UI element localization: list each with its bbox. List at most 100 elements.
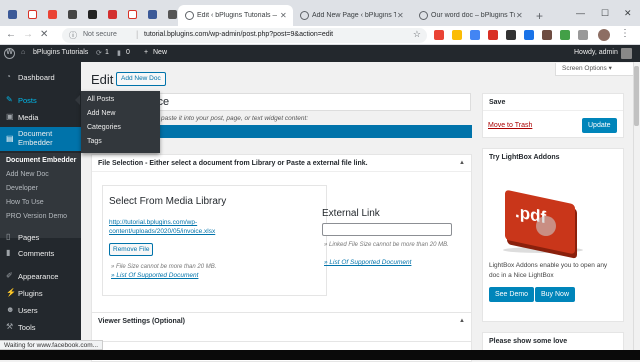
tab[interactable]: Our word doc – bPlugins Tutorials ✕ [412, 5, 530, 26]
scrollbar-thumb[interactable] [634, 66, 639, 126]
sidebar-item-document-embedder[interactable]: ▤ Document Embedder [0, 127, 81, 151]
maximize-icon[interactable]: ☐ [601, 8, 609, 19]
submenu-item[interactable]: Add New Doc [6, 171, 49, 178]
move-to-trash-link[interactable]: Move to Trash [488, 122, 532, 129]
remove-file-button[interactable]: Remove File [109, 243, 154, 256]
extension-icon[interactable] [434, 30, 444, 40]
supported-docs-link[interactable]: » List Of Supported Document [111, 271, 198, 280]
submenu-item[interactable]: Developer [6, 185, 38, 192]
comments-icon: ▮ [6, 248, 11, 257]
external-supported-link[interactable]: » List Of Supported Document [324, 258, 411, 267]
pinned-tab[interactable] [124, 9, 142, 21]
sidebar-item-comments[interactable]: ▮ Comments [0, 243, 81, 263]
dashboard-icon: ◔ [6, 72, 11, 81]
close-icon[interactable]: ✕ [397, 11, 404, 20]
metabox-header[interactable]: Please show some love [483, 333, 623, 350]
close-icon[interactable]: ✕ [280, 11, 287, 20]
new-content-link[interactable]: New [153, 49, 167, 56]
new-tab-button[interactable]: + [536, 9, 543, 23]
window-close-icon[interactable]: ✕ [624, 8, 632, 19]
sidebar-item-tools[interactable]: ⚒ Tools [0, 317, 81, 337]
extension-icon[interactable] [506, 30, 516, 40]
submenu-item[interactable]: Document Embedder [6, 157, 76, 164]
bottom-edge [0, 350, 640, 360]
sidebar-item-label: Tools [18, 323, 36, 332]
extension-icon[interactable] [452, 30, 462, 40]
updates-count[interactable]: 1 [105, 49, 109, 56]
pinned-tab[interactable] [44, 9, 62, 21]
pinned-tab[interactable] [84, 9, 102, 21]
metabox-header[interactable]: Save [483, 94, 623, 111]
pinned-tab[interactable] [144, 9, 162, 21]
collapse-icon[interactable]: ▲ [459, 160, 465, 166]
document-embedder-submenu: Document Embedder Add New Doc Developer … [0, 153, 81, 238]
tab[interactable]: Add New Page ‹ bPlugins Tutorials ✕ [293, 5, 411, 26]
tab-active[interactable]: Edit ‹ bPlugins Tutorials — WordPress ✕ [178, 5, 293, 26]
collapse-icon[interactable]: ▲ [459, 318, 465, 324]
wordpress-logo-icon[interactable]: W [4, 48, 15, 59]
info-icon[interactable]: ⓘ [69, 30, 77, 41]
sidebar-item-label: Appearance [18, 272, 59, 281]
stop-icon[interactable]: ✕ [40, 29, 48, 40]
update-button[interactable]: Update [582, 118, 617, 133]
wordpress-icon [419, 11, 428, 20]
submenu-item[interactable]: PRO Version Demo [6, 213, 67, 220]
profile-avatar[interactable] [598, 29, 610, 41]
save-metabox: Save Move to Trash Update [482, 93, 624, 138]
screen-options-button[interactable]: Screen Options ▾ [555, 63, 635, 76]
extension-icon[interactable] [542, 30, 552, 40]
avatar[interactable] [621, 48, 632, 59]
app-icon [108, 10, 117, 19]
file-link[interactable]: http://tutorial.bplugins.com/wp-content/… [109, 218, 249, 236]
flyout-item-add-new[interactable]: Add New [87, 110, 115, 117]
metabox-title: File Selection - Either select a documen… [98, 160, 368, 167]
submenu-item[interactable]: How To Use [6, 199, 44, 206]
sidebar-item-label: Comments [18, 249, 55, 258]
see-demo-button[interactable]: See Demo [489, 287, 535, 302]
pinned-tab[interactable] [104, 9, 122, 21]
site-name-link[interactable]: bPlugins Tutorials [33, 49, 88, 56]
comments-count[interactable]: 0 [126, 49, 130, 56]
pinned-tab[interactable] [64, 9, 82, 21]
sidebar-item-label: Pages [18, 233, 40, 242]
menu-kebab-icon[interactable]: ⋮ [620, 28, 630, 39]
metabox-title: Save [489, 99, 506, 106]
pages-icon: ▯ [6, 232, 11, 241]
wp-admin-bar: W ⌂ bPlugins Tutorials ⟳ 1 ▮ 0 + New How… [0, 45, 640, 62]
extension-icon[interactable] [560, 30, 570, 40]
sidebar-item-label: Dashboard [18, 73, 55, 82]
metabox-title: Viewer Settings (Optional) [98, 318, 185, 325]
pinned-tab[interactable] [24, 9, 42, 21]
media-library-panel: Select From Media Library http://tutoria… [102, 185, 327, 296]
metabox-header[interactable]: File Selection - Either select a documen… [92, 155, 471, 172]
external-heading: External Link [322, 208, 380, 219]
back-icon[interactable]: ← [6, 29, 16, 40]
library-heading: Select From Media Library [109, 196, 227, 207]
external-link-input[interactable] [322, 223, 452, 236]
close-icon[interactable]: ✕ [516, 11, 523, 20]
flyout-item-all-posts[interactable]: All Posts [87, 96, 114, 103]
extension-icon[interactable] [488, 30, 498, 40]
url-text[interactable]: tutorial.bplugins.com/wp-admin/post.php?… [144, 31, 333, 38]
extension-icon[interactable] [470, 30, 480, 40]
bookmark-star-icon[interactable]: ☆ [413, 29, 421, 40]
sidebar-item-dashboard[interactable]: ◔ Dashboard [0, 67, 81, 87]
sidebar-item-media[interactable]: ▣ Media [0, 107, 81, 127]
add-new-doc-button[interactable]: Add New Doc [116, 72, 166, 86]
pinned-tab[interactable] [4, 9, 22, 21]
flyout-item-categories[interactable]: Categories [87, 124, 121, 131]
metabox-header[interactable]: Try LightBox Addons [483, 149, 623, 166]
howdy-link[interactable]: Howdy, admin [574, 49, 618, 56]
metabox-header[interactable]: Viewer Settings (Optional) ▲ [92, 313, 471, 330]
page-title: Edit [91, 72, 114, 87]
extension-icon[interactable] [578, 30, 588, 40]
extension-icon[interactable] [524, 30, 534, 40]
address-bar[interactable]: ⓘ Not secure | tutorial.bplugins.com/wp-… [62, 28, 427, 43]
buy-now-button[interactable]: Buy Now [535, 287, 576, 302]
forward-icon[interactable]: → [23, 29, 33, 40]
minimize-icon[interactable]: — [576, 8, 585, 18]
users-icon: ☻ [6, 305, 15, 314]
linked-size-note: » Linked File Size cannot be more than 2… [324, 242, 449, 248]
flyout-item-tags[interactable]: Tags [87, 138, 102, 145]
brush-icon: ✐ [6, 271, 13, 280]
